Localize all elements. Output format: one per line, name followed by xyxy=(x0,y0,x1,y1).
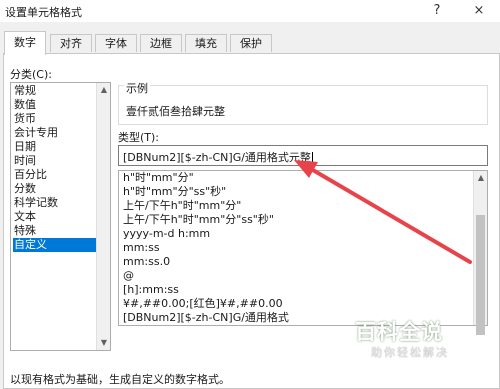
watermark-logo: 百科全说 助你轻松解决 xyxy=(355,316,485,366)
watermark-sub: 助你轻松解决 xyxy=(371,346,449,359)
tab-number[interactable]: 数字 xyxy=(4,31,46,55)
watermark-main: 百科全说 xyxy=(355,320,443,344)
hint-text: 以现有格式为基础，生成自定义的数字格式。 xyxy=(10,373,230,386)
sample-label: 示例 xyxy=(124,80,150,96)
